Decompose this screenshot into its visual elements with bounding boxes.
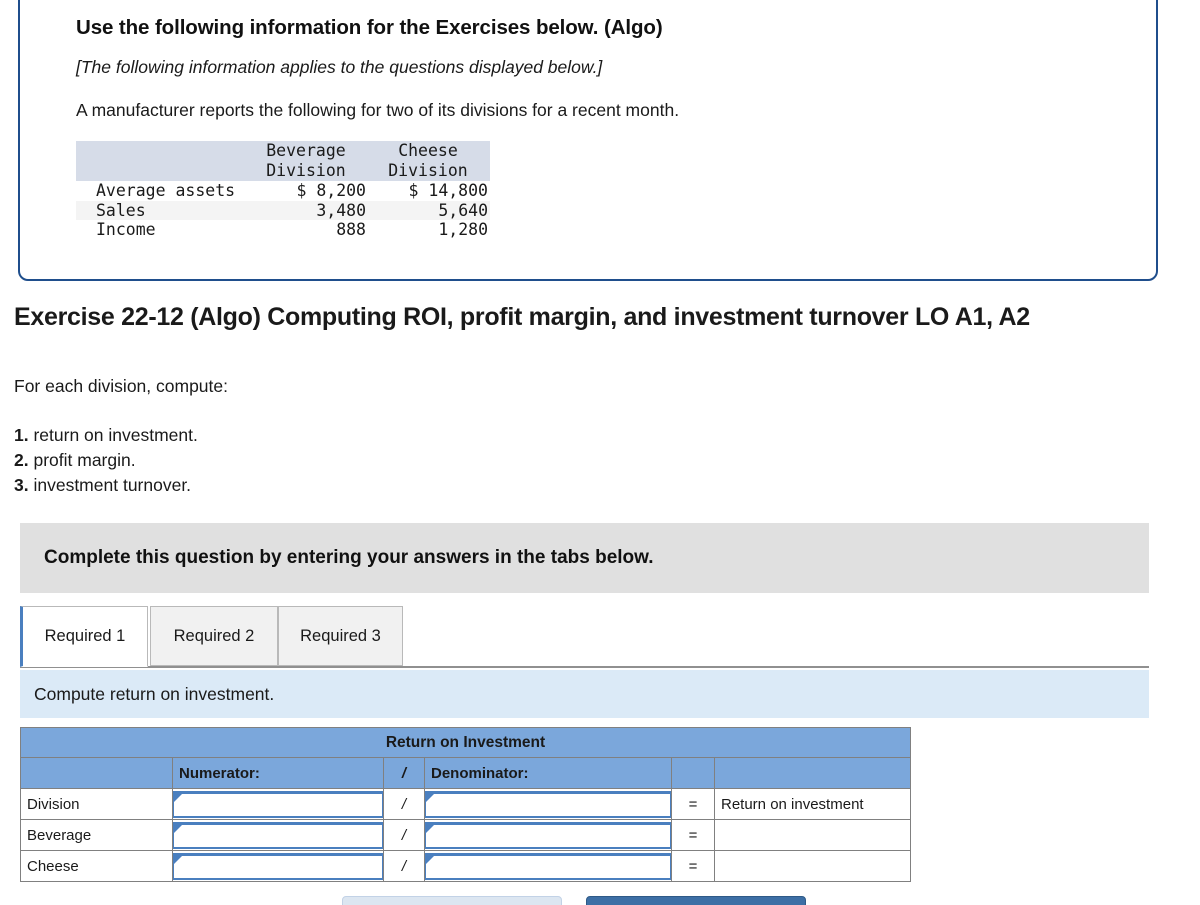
info-lead-text: A manufacturer reports the following for…: [76, 100, 680, 120]
requirement-number-2: 2.: [14, 450, 29, 470]
header-blank-2: [76, 161, 246, 181]
table-row: Average assets $ 8,200 $ 14,800: [76, 181, 490, 201]
table-row: Cheese / =: [20, 850, 911, 882]
table-row: Beverage / =: [20, 819, 911, 851]
equals-cheese: =: [671, 850, 715, 882]
cell-sales-beverage: 3,480: [246, 200, 368, 220]
grid-header-slash: /: [383, 757, 425, 789]
instruction-banner: Complete this question by entering your …: [20, 523, 1149, 593]
row-label-average-assets: Average assets: [96, 181, 236, 200]
info-applies-note: [The following information applies to th…: [76, 57, 603, 77]
result-cheese: [714, 850, 911, 882]
requirements-list: 1. return on investment. 2. profit margi…: [14, 423, 198, 498]
grid-header-numerator: Numerator:: [172, 757, 384, 789]
grid-header-row: Numerator: / Denominator:: [20, 757, 911, 789]
requirement-text-2: profit margin.: [28, 450, 136, 470]
requirement-item-1: 1. return on investment.: [14, 423, 198, 448]
numerator-cell-cheese[interactable]: [172, 850, 384, 882]
table-row: Division / = Return on investment: [20, 788, 911, 820]
numerator-input-beverage[interactable]: [173, 821, 383, 849]
tab-required-1-label: Required 1: [44, 627, 126, 645]
denominator-input-division[interactable]: [425, 790, 671, 818]
tab-underline: [20, 666, 1149, 668]
tab-required-2-label: Required 2: [173, 626, 255, 645]
header-cheese-line1: Cheese: [368, 141, 490, 161]
grid-header-denominator: Denominator:: [424, 757, 672, 789]
numerator-input-cheese[interactable]: [173, 852, 383, 880]
row-label-sales: Sales: [76, 200, 246, 220]
prompt-bar: Compute return on investment.: [20, 670, 1149, 718]
numerator-cell-beverage[interactable]: [172, 819, 384, 851]
header-beverage-line1: Beverage: [246, 141, 368, 161]
table-header-row-2: Division Division: [76, 161, 490, 181]
grid-title-row: Return on Investment: [20, 727, 911, 758]
row-label-income: Income: [96, 220, 156, 239]
table-row: Sales 3,480 5,640: [76, 200, 490, 220]
row-label-cheese: Cheese: [20, 850, 173, 882]
denominator-input-beverage[interactable]: [425, 821, 671, 849]
slash-division: /: [383, 788, 425, 820]
cell-average-assets-beverage: $ 8,200: [296, 181, 366, 200]
exercise-heading: Exercise 22-12 (Algo) Computing ROI, pro…: [14, 303, 1030, 331]
requirement-number-3: 3.: [14, 475, 29, 495]
info-box: Use the following information for the Ex…: [18, 0, 1158, 281]
denominator-cell-division[interactable]: [424, 788, 672, 820]
header-beverage-line2: Division: [246, 161, 368, 181]
row-label-beverage: Beverage: [20, 819, 173, 851]
numerator-cell-division[interactable]: [172, 788, 384, 820]
requirement-item-3: 3. investment turnover.: [14, 473, 198, 498]
header-cheese-line2: Division: [368, 161, 490, 181]
tab-required-1[interactable]: Required 1: [20, 606, 148, 667]
exercise-page: Use the following information for the Ex…: [0, 0, 1200, 905]
requirement-text-3: investment turnover.: [28, 475, 192, 495]
tab-required-3[interactable]: Required 3: [278, 606, 403, 666]
info-box-title: Use the following information for the Ex…: [76, 16, 663, 39]
tab-required-3-label: Required 3: [300, 626, 381, 645]
prompt-text: Compute return on investment.: [34, 683, 275, 704]
equals-division: =: [671, 788, 715, 820]
result-beverage: [714, 819, 911, 851]
denominator-cell-cheese[interactable]: [424, 850, 672, 882]
cell-sales-cheese: 5,640: [368, 200, 490, 220]
slash-cheese: /: [383, 850, 425, 882]
grid-header-equals: [671, 757, 715, 789]
instruction-banner-text: Complete this question by entering your …: [44, 547, 654, 568]
tab-required-2[interactable]: Required 2: [150, 606, 278, 666]
denominator-cell-beverage[interactable]: [424, 819, 672, 851]
denominator-input-cheese[interactable]: [425, 852, 671, 880]
requirement-item-2: 2. profit margin.: [14, 448, 198, 473]
grid-header-result: [714, 757, 911, 789]
row-label-division: Division: [20, 788, 173, 820]
result-division: Return on investment: [714, 788, 911, 820]
slash-beverage: /: [383, 819, 425, 851]
previous-button[interactable]: [342, 896, 562, 905]
cell-income-cheese: 1,280: [438, 220, 488, 239]
cell-average-assets-cheese: $ 14,800: [408, 181, 488, 200]
requirement-text-1: return on investment.: [28, 425, 198, 445]
grid-header-blank: [20, 757, 173, 789]
requirements-intro: For each division, compute:: [14, 376, 228, 396]
tab-strip: Required 1 Required 2 Required 3: [20, 606, 1149, 668]
table-header-row: Beverage Cheese: [76, 141, 490, 161]
grid-title: Return on Investment: [20, 727, 911, 758]
cell-income-beverage: 888: [336, 220, 366, 239]
return-on-investment-table: Return on Investment Numerator: / Denomi…: [20, 727, 911, 882]
numerator-input-division[interactable]: [173, 790, 383, 818]
requirement-number-1: 1.: [14, 425, 29, 445]
division-data-table: Beverage Cheese Division Division Averag…: [76, 141, 490, 240]
table-row: Income 888 1,280: [76, 220, 490, 240]
equals-beverage: =: [671, 819, 715, 851]
next-button[interactable]: [586, 896, 806, 905]
header-blank: [76, 141, 246, 161]
